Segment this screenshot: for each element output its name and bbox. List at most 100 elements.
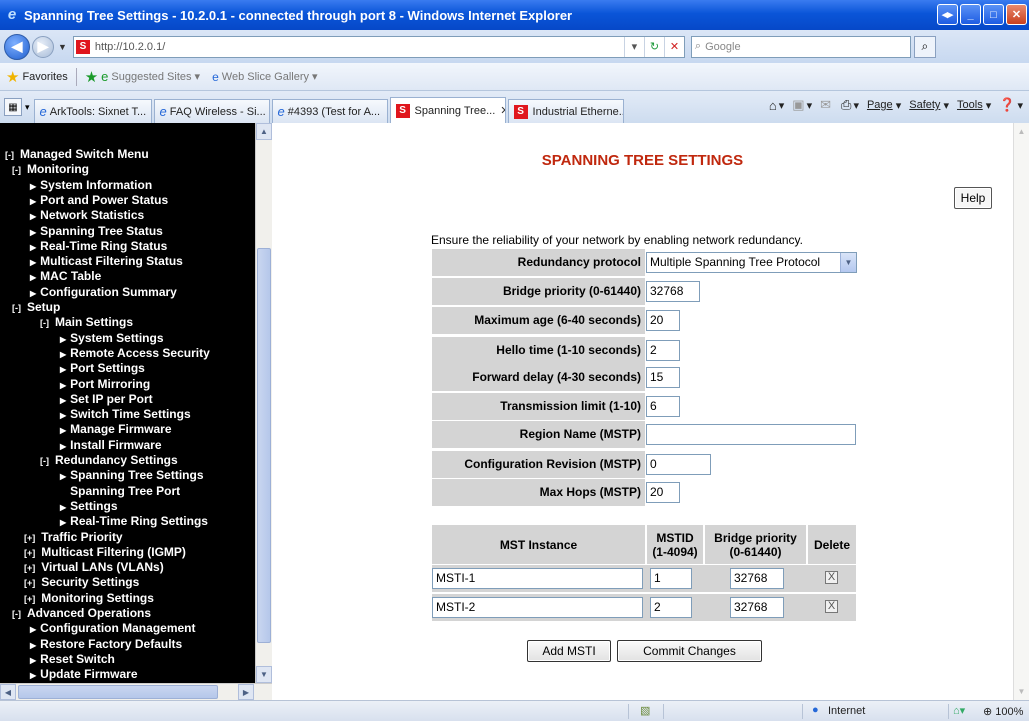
msti-instance-input[interactable]: MSTI-1 [432,568,643,589]
collapse-toggle-icon[interactable]: [-] [40,318,49,328]
forward-delay-input[interactable]: 15 [646,367,680,388]
sidebar-item-update-firmware[interactable]: ▶ Update Firmware [30,667,138,683]
search-input[interactable]: ⌕ Google [690,35,911,58]
tab-list-dropdown-icon[interactable]: ▾ [25,102,30,113]
sidebar-item-redundancy-settings[interactable]: [-] Redundancy Settings [40,453,178,468]
page-menu[interactable]: Page ▾ [867,99,901,112]
scroll-down-arrow-icon[interactable]: ▼ [256,666,272,683]
hello-time-input[interactable]: 2 [646,340,680,361]
favorites-star-icon[interactable]: ★ [6,68,19,86]
sidebar-item-advanced-operations[interactable]: [-] Advanced Operations [12,606,151,621]
tab-4393[interactable]: e #4393 (Test for A... [271,99,388,123]
scroll-left-arrow-icon[interactable]: ◀ [0,684,16,700]
collapse-toggle-icon[interactable]: [-] [40,456,49,466]
address-url[interactable]: http://10.2.0.1/ [95,41,165,53]
msti-bridge-priority-input[interactable]: 32768 [730,568,784,589]
msti-instance-input[interactable]: MSTI-2 [432,597,643,618]
collapse-toggle-icon[interactable]: [-] [12,303,21,313]
delete-checkbox[interactable]: X [825,600,838,613]
add-msti-button[interactable]: Add MSTI [527,640,611,662]
tab-spanning-tree[interactable]: S Spanning Tree... ✕ [389,97,506,123]
sidebar-item-reset-switch[interactable]: ▶ Reset Switch [30,652,115,668]
sidebar-item-mac-table[interactable]: ▶ MAC Table [30,269,101,285]
region-name-input[interactable] [646,424,856,445]
scroll-up-arrow-icon[interactable]: ▲ [1014,123,1029,139]
msti-id-input[interactable]: 1 [650,568,692,589]
scroll-down-arrow-icon[interactable]: ▼ [1014,683,1029,699]
close-tab-icon[interactable]: ✕ [500,104,504,117]
minimize-button[interactable]: _ [960,4,981,25]
stop-button[interactable]: ✕ [663,36,684,57]
maximize-button[interactable]: □ [983,4,1004,25]
sidebar-item-configuration-management[interactable]: ▶ Configuration Management [30,621,196,637]
expand-toggle-icon[interactable]: [+] [24,548,35,558]
chevron-down-icon[interactable]: ▼ [840,253,856,272]
sidebar-item-main-settings[interactable]: [-] Main Settings [40,315,133,330]
collapse-toggle-icon[interactable]: [-] [12,165,21,175]
sidebar-item-managed-switch-menu[interactable]: [-] Managed Switch Menu [5,147,149,162]
help-button[interactable]: Help [954,187,992,209]
sidebar-item-settings[interactable]: ▶ Settings [60,499,118,515]
quick-tabs-icon[interactable]: ▦ [4,98,22,116]
back-button[interactable]: ◀ [4,33,30,60]
sidebar-item-multicast-filtering-igmp[interactable]: [+] Multicast Filtering (IGMP) [24,545,186,560]
expand-toggle-icon[interactable]: [+] [24,563,35,573]
transmission-limit-input[interactable]: 6 [646,396,680,417]
sidebar-item-spanning-tree-status[interactable]: ▶ Spanning Tree Status [30,224,163,240]
sidebar-item-switch-time-settings[interactable]: ▶ Switch Time Settings [60,407,191,423]
favorites-label[interactable]: Favorites [22,71,67,83]
protected-mode-icon[interactable]: ⌂▾ [953,704,965,717]
scroll-up-arrow-icon[interactable]: ▲ [256,123,272,140]
redundancy-protocol-select[interactable]: Multiple Spanning Tree Protocol ▼ [646,252,857,273]
sidebar-vertical-scrollbar[interactable]: ▲ ▼ [255,123,272,683]
sidebar-hscroll-thumb[interactable] [18,685,218,699]
commit-changes-button[interactable]: Commit Changes [617,640,762,662]
msti-bridge-priority-input[interactable]: 32768 [730,597,784,618]
sidebar-scroll-thumb[interactable] [257,248,271,643]
home-button[interactable]: ⌂ ▾ [769,98,784,113]
sidebar-item-monitoring-settings[interactable]: [+] Monitoring Settings [24,591,154,606]
print-button[interactable]: ⎙ ▾ [841,97,859,113]
sidebar-item-real-time-ring-settings[interactable]: ▶ Real-Time Ring Settings [60,514,208,530]
sidebar-item-security-settings[interactable]: [+] Security Settings [24,575,139,590]
expand-toggle-icon[interactable]: [+] [24,578,35,588]
sidebar-item-remote-access-security[interactable]: ▶ Remote Access Security [60,346,210,362]
sidebar-item-system-settings[interactable]: ▶ System Settings [60,331,164,347]
tab-faq-wireless[interactable]: e FAQ Wireless - Si... [153,99,270,123]
search-icon[interactable]: ⌕ [913,35,936,58]
favorite-web-slice-gallery[interactable]: e Web Slice Gallery ▾ [212,70,317,84]
favorite-suggested-sites[interactable]: e Suggested Sites ▾ [101,69,200,84]
tab-industrial-ethernet[interactable]: S Industrial Etherne... [507,99,624,123]
safety-menu[interactable]: Safety ▾ [909,99,949,112]
sidebar-item-port-mirroring[interactable]: ▶ Port Mirroring [60,377,150,393]
forward-button[interactable]: ▶ [32,35,54,58]
sidebar-item-manage-firmware[interactable]: ▶ Manage Firmware [60,422,172,438]
add-favorite-icon[interactable]: ★ [85,68,98,86]
quick-tabs[interactable]: ▦ ▾ [4,95,30,119]
sidebar-item-spanning-tree-port[interactable]: ▶Spanning Tree Port [60,484,180,500]
sidebar-item-real-time-ring-status[interactable]: ▶ Real-Time Ring Status [30,239,167,255]
sidebar-item-traffic-priority[interactable]: [+] Traffic Priority [24,530,123,545]
sidebar-horizontal-scrollbar[interactable]: ◀ ▶ [0,683,272,700]
help-menu[interactable]: ❓ ▾ [999,97,1023,113]
sidebar-item-port-settings[interactable]: ▶ Port Settings [60,361,145,377]
close-button[interactable]: ✕ [1006,4,1027,25]
refresh-button[interactable]: ↻ [643,36,664,57]
max-age-input[interactable]: 20 [646,310,680,331]
feeds-button[interactable]: ▣ ▾ [792,97,812,113]
delete-checkbox[interactable]: X [825,571,838,584]
bridge-priority-input[interactable]: 32768 [646,281,700,302]
sidebar-item-port-and-power-status[interactable]: ▶ Port and Power Status [30,193,168,209]
sidebar-item-configuration-summary[interactable]: ▶ Configuration Summary [30,285,177,301]
sidebar-item-restore-factory-defaults[interactable]: ▶ Restore Factory Defaults [30,637,182,653]
sidebar-item-monitoring[interactable]: [-] Monitoring [12,162,89,177]
collapse-toggle-icon[interactable]: [-] [5,150,14,160]
max-hops-input[interactable]: 20 [646,482,680,503]
expand-toggle-icon[interactable]: [+] [24,533,35,543]
sidebar-item-install-firmware[interactable]: ▶ Install Firmware [60,438,162,454]
expand-toggle-icon[interactable]: [+] [24,594,35,604]
sidebar-item-network-statistics[interactable]: ▶ Network Statistics [30,208,144,224]
sidebar-item-system-information[interactable]: ▶ System Information [30,178,152,194]
scroll-right-arrow-icon[interactable]: ▶ [238,684,254,700]
history-dropdown-icon[interactable]: ▼ [58,42,67,52]
